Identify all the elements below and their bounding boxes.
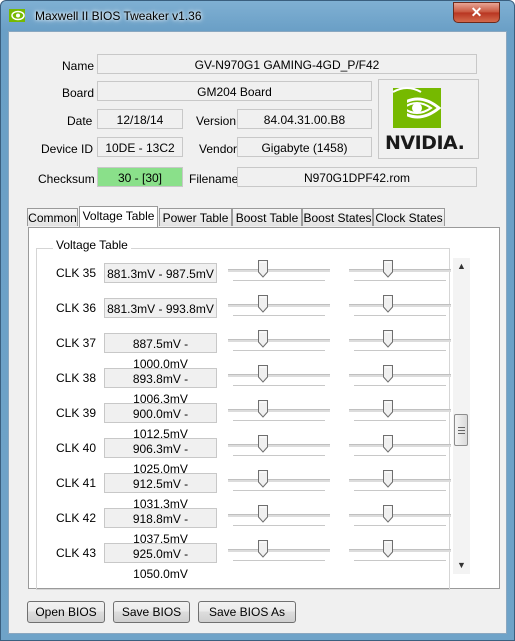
slider-thumb[interactable]	[258, 435, 268, 453]
date-label: Date	[67, 114, 93, 128]
name-field[interactable]: GV-N970G1 GAMING-4GD_P/F42	[97, 54, 477, 74]
date-field[interactable]: 12/18/14	[97, 109, 183, 129]
max-voltage-slider[interactable]	[349, 505, 451, 529]
voltage-table-panel: Voltage Table CLK 35 881.3mV - 987.5mV CLK…	[28, 227, 500, 590]
tab-boost-table[interactable]: Boost Table	[232, 208, 302, 226]
clk-label: CLK 41	[56, 476, 97, 490]
save-bios-button[interactable]: Save BIOS	[113, 601, 190, 623]
slider-thumb[interactable]	[258, 505, 268, 523]
app-window: Maxwell II BIOS Tweaker v1.36 ✕ Name GV-…	[0, 0, 515, 641]
max-voltage-slider[interactable]	[349, 295, 451, 319]
filename-label: Filename	[189, 172, 239, 186]
tab-clock-states[interactable]: Clock States	[373, 208, 445, 226]
min-voltage-slider[interactable]	[228, 470, 330, 494]
slider-thumb[interactable]	[383, 540, 393, 558]
max-voltage-slider[interactable]	[349, 330, 451, 354]
clk-label: CLK 38	[56, 371, 97, 385]
max-voltage-slider[interactable]	[349, 540, 451, 564]
scroll-down-arrow-icon[interactable]: ▼	[453, 557, 470, 574]
name-label: Name	[62, 59, 95, 73]
slider-thumb[interactable]	[383, 365, 393, 383]
tab-common[interactable]: Common	[27, 208, 78, 226]
clk-label: CLK 37	[56, 336, 97, 350]
min-voltage-slider[interactable]	[228, 400, 330, 424]
voltage-range-field[interactable]: 893.8mV - 1006.3mV	[104, 368, 217, 406]
slider-thumb[interactable]	[258, 540, 268, 558]
open-bios-button[interactable]: Open BIOS	[27, 601, 105, 623]
voltage-range-field[interactable]: 918.8mV - 1037.5mV	[104, 508, 217, 546]
voltage-range-field[interactable]: 925.0mV - 1050.0mV	[104, 543, 217, 581]
max-voltage-slider[interactable]	[349, 435, 451, 459]
device-id-field[interactable]: 10DE - 13C2	[97, 137, 183, 157]
close-icon: ✕	[470, 4, 483, 20]
scroll-up-arrow-icon[interactable]: ▲	[453, 258, 470, 275]
min-voltage-slider[interactable]	[228, 435, 330, 459]
vendor-field[interactable]: Gigabyte (1458)	[237, 137, 372, 157]
scroll-thumb[interactable]	[454, 414, 468, 446]
voltage-range-field[interactable]: 881.3mV - 987.5mV	[104, 263, 217, 283]
min-voltage-slider[interactable]	[228, 365, 330, 389]
min-voltage-slider[interactable]	[228, 540, 330, 564]
slider-thumb[interactable]	[383, 470, 393, 488]
min-voltage-slider[interactable]	[228, 260, 330, 284]
clk-label: CLK 36	[56, 301, 97, 315]
tab-voltage-table[interactable]: Voltage Table	[79, 206, 158, 227]
clk-label: CLK 35	[56, 266, 97, 280]
vertical-scrollbar[interactable]: ▲ ▼	[453, 258, 470, 574]
checksum-label: Checksum	[38, 172, 95, 186]
min-voltage-slider[interactable]	[228, 295, 330, 319]
window-title: Maxwell II BIOS Tweaker v1.36	[35, 9, 202, 23]
max-voltage-slider[interactable]	[349, 365, 451, 389]
voltage-range-field[interactable]: 881.3mV - 993.8mV	[104, 298, 217, 318]
max-voltage-slider[interactable]	[349, 260, 451, 284]
nvidia-logo: NVIDIA.	[378, 79, 479, 159]
voltage-range-field[interactable]: 906.3mV - 1025.0mV	[104, 438, 217, 476]
slider-thumb[interactable]	[383, 330, 393, 348]
slider-thumb[interactable]	[258, 295, 268, 313]
checksum-field[interactable]: 30 - [30]	[97, 167, 183, 187]
tab-boost-states[interactable]: Boost States	[302, 208, 373, 226]
clk-label: CLK 42	[56, 511, 97, 525]
slider-thumb[interactable]	[258, 470, 268, 488]
version-label: Version	[196, 114, 237, 128]
slider-thumb[interactable]	[258, 260, 268, 278]
save-bios-as-button[interactable]: Save BIOS As	[198, 601, 296, 623]
title-bar[interactable]: Maxwell II BIOS Tweaker v1.36 ✕	[1, 1, 514, 31]
slider-thumb[interactable]	[383, 505, 393, 523]
clk-label: CLK 43	[56, 546, 97, 560]
clk-label: CLK 40	[56, 441, 97, 455]
board-label: Board	[62, 86, 95, 100]
slider-thumb[interactable]	[258, 330, 268, 348]
vendor-label: Vendor	[199, 142, 238, 156]
max-voltage-slider[interactable]	[349, 470, 451, 494]
slider-thumb[interactable]	[258, 365, 268, 383]
min-voltage-slider[interactable]	[228, 330, 330, 354]
voltage-range-field[interactable]: 887.5mV - 1000.0mV	[104, 333, 217, 371]
device-id-label: Device ID	[41, 142, 94, 156]
slider-thumb[interactable]	[383, 260, 393, 278]
board-field[interactable]: GM204 Board	[97, 81, 372, 101]
max-voltage-slider[interactable]	[349, 400, 451, 424]
nvidia-logo-text: NVIDIA.	[385, 132, 465, 154]
main-panel: Name GV-N970G1 GAMING-4GD_P/F42 Board GM…	[8, 31, 507, 634]
tab-power-table[interactable]: Power Table	[159, 208, 232, 226]
version-field[interactable]: 84.04.31.00.B8	[237, 109, 372, 129]
voltage-range-field[interactable]: 912.5mV - 1031.3mV	[104, 473, 217, 511]
slider-thumb[interactable]	[383, 400, 393, 418]
slider-thumb[interactable]	[383, 295, 393, 313]
slider-thumb[interactable]	[258, 400, 268, 418]
filename-field[interactable]: N970G1DPF42.rom	[237, 167, 477, 187]
clk-label: CLK 39	[56, 406, 97, 420]
nvidia-eye-icon	[9, 9, 25, 22]
close-button[interactable]: ✕	[453, 2, 500, 23]
min-voltage-slider[interactable]	[228, 505, 330, 529]
voltage-range-field[interactable]: 900.0mV - 1012.5mV	[104, 403, 217, 441]
voltage-table-title: Voltage Table	[53, 238, 131, 252]
slider-thumb[interactable]	[383, 435, 393, 453]
